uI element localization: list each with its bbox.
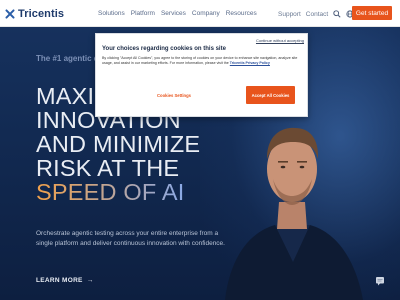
search-icon[interactable]	[333, 10, 341, 18]
support-link[interactable]: Support	[278, 11, 301, 18]
nav-services[interactable]: Services	[161, 10, 186, 17]
chat-icon[interactable]	[375, 276, 385, 286]
privacy-policy-link[interactable]: Tricentis Privacy Policy	[230, 61, 270, 65]
nav-solutions[interactable]: Solutions	[98, 10, 125, 17]
learn-more-label: LEARN MORE	[36, 277, 83, 284]
hero-subtext: Orchestrate agentic testing across your …	[36, 230, 225, 247]
learn-more-link[interactable]: LEARN MORE →	[36, 277, 94, 284]
cookie-dialog-body: By clicking "Accept All Cookies", you ag…	[102, 56, 305, 66]
tricentis-logo-icon	[5, 9, 15, 19]
headline-accent: SPEED OF AI	[36, 179, 185, 205]
cookie-consent-dialog: Continue without accepting Your choices …	[95, 33, 308, 117]
get-started-button[interactable]: Get started	[352, 6, 392, 20]
headline-line-4: RISK AT THE	[36, 155, 180, 181]
arrow-right-icon: →	[86, 277, 94, 284]
headline-line-3: AND MINIMIZE	[36, 131, 201, 157]
site-header: Tricentis Solutions Platform Services Co…	[0, 0, 400, 27]
accept-all-cookies-button[interactable]: Accept All Cookies	[246, 86, 295, 104]
nav-company[interactable]: Company	[192, 10, 220, 17]
nav-resources[interactable]: Resources	[226, 10, 257, 17]
logo-text: Tricentis	[18, 8, 65, 20]
main-nav: Solutions Platform Services Company Reso…	[98, 10, 257, 17]
tricentis-logo[interactable]: Tricentis	[5, 8, 64, 20]
nav-platform[interactable]: Platform	[131, 10, 155, 17]
cookie-dialog-title: Your choices regarding cookies on this s…	[102, 46, 226, 52]
utility-nav: Support Contact	[278, 10, 354, 18]
cookies-settings-button[interactable]: Cookies Settings	[157, 93, 191, 98]
contact-link[interactable]: Contact	[306, 11, 328, 18]
hero-person-image	[225, 127, 363, 300]
continue-without-accepting-link[interactable]: Continue without accepting	[256, 38, 304, 43]
